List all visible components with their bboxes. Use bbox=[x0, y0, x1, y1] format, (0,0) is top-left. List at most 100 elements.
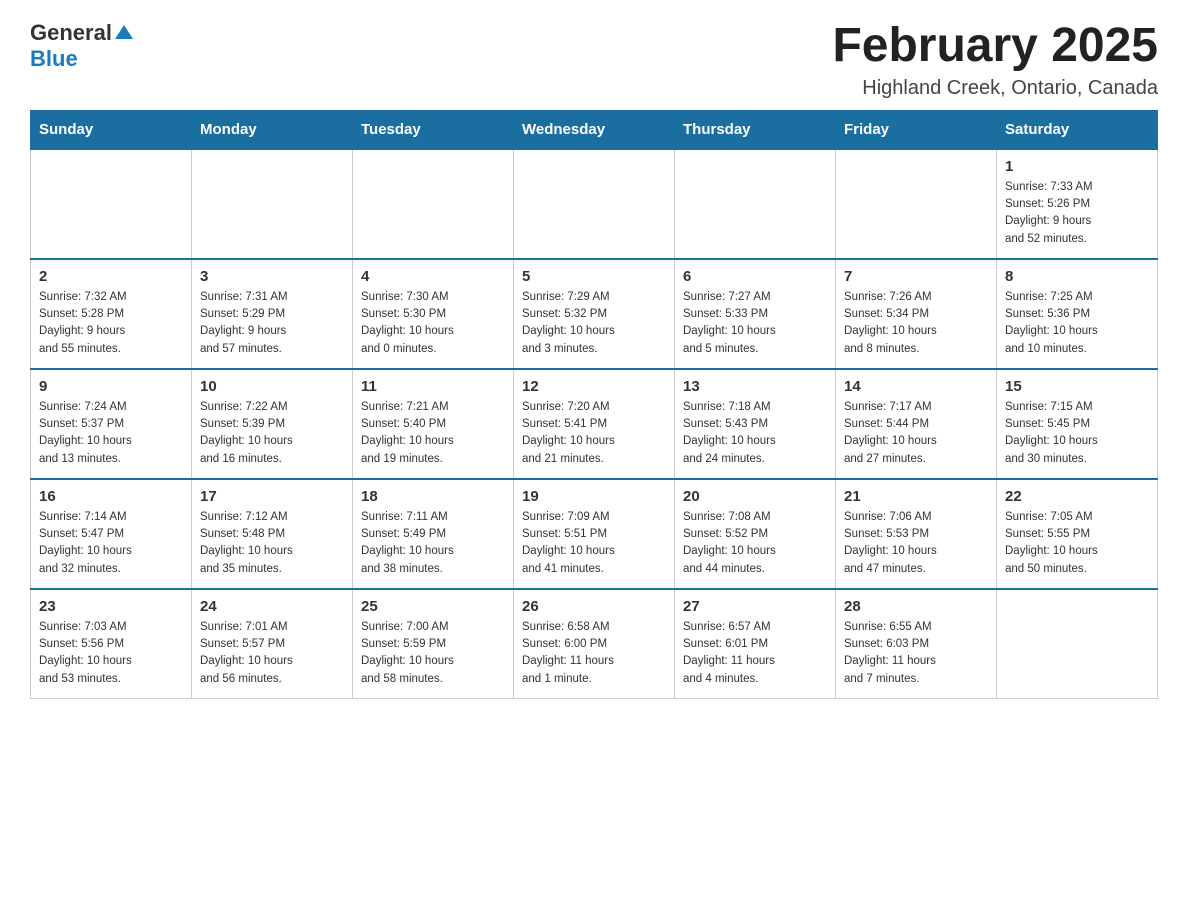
calendar-cell: 19 Sunrise: 7:09 AMSunset: 5:51 PMDayligh… bbox=[514, 479, 675, 589]
day-info: Sunrise: 7:09 AMSunset: 5:51 PMDaylight:… bbox=[522, 509, 666, 578]
calendar-cell: 18 Sunrise: 7:11 AMSunset: 5:49 PMDayligh… bbox=[353, 479, 514, 589]
weekday-header-saturday: Saturday bbox=[997, 110, 1158, 149]
day-info: Sunrise: 7:01 AMSunset: 5:57 PMDaylight:… bbox=[200, 619, 344, 688]
day-number: 19 bbox=[522, 488, 666, 505]
calendar-cell: 16 Sunrise: 7:14 AMSunset: 5:47 PMDayligh… bbox=[31, 479, 192, 589]
day-number: 7 bbox=[844, 268, 988, 285]
calendar-week-row: 1 Sunrise: 7:33 AMSunset: 5:26 PMDaylight… bbox=[31, 149, 1158, 259]
calendar-cell: 23 Sunrise: 7:03 AMSunset: 5:56 PMDayligh… bbox=[31, 589, 192, 699]
calendar-cell: 26 Sunrise: 6:58 AMSunset: 6:00 PMDayligh… bbox=[514, 589, 675, 699]
day-number: 24 bbox=[200, 598, 344, 615]
day-number: 4 bbox=[361, 268, 505, 285]
weekday-header-tuesday: Tuesday bbox=[353, 110, 514, 149]
day-number: 13 bbox=[683, 378, 827, 395]
calendar-cell bbox=[31, 149, 192, 259]
day-info: Sunrise: 7:26 AMSunset: 5:34 PMDaylight:… bbox=[844, 289, 988, 358]
day-number: 26 bbox=[522, 598, 666, 615]
calendar-cell: 6 Sunrise: 7:27 AMSunset: 5:33 PMDaylight… bbox=[675, 259, 836, 369]
logo-general: General bbox=[30, 20, 112, 46]
calendar-cell bbox=[997, 589, 1158, 699]
day-info: Sunrise: 7:22 AMSunset: 5:39 PMDaylight:… bbox=[200, 399, 344, 468]
day-number: 20 bbox=[683, 488, 827, 505]
day-info: Sunrise: 7:18 AMSunset: 5:43 PMDaylight:… bbox=[683, 399, 827, 468]
day-info: Sunrise: 7:05 AMSunset: 5:55 PMDaylight:… bbox=[1005, 509, 1149, 578]
day-info: Sunrise: 7:20 AMSunset: 5:41 PMDaylight:… bbox=[522, 399, 666, 468]
logo-blue: Blue bbox=[30, 46, 78, 71]
day-number: 16 bbox=[39, 488, 183, 505]
calendar-cell: 8Sunrise: 7:25 AMSunset: 5:36 PMDaylight… bbox=[997, 259, 1158, 369]
page-header: General Blue February 2025 Highland Cree… bbox=[30, 20, 1158, 100]
calendar-cell: 20Sunrise: 7:08 AMSunset: 5:52 PMDayligh… bbox=[675, 479, 836, 589]
day-number: 9 bbox=[39, 378, 183, 395]
day-number: 6 bbox=[683, 268, 827, 285]
calendar-week-row: 2 Sunrise: 7:32 AMSunset: 5:28 PMDaylight… bbox=[31, 259, 1158, 369]
day-number: 8 bbox=[1005, 268, 1149, 285]
title-section: February 2025 Highland Creek, Ontario, C… bbox=[832, 20, 1158, 100]
calendar-week-row: 16 Sunrise: 7:14 AMSunset: 5:47 PMDayligh… bbox=[31, 479, 1158, 589]
calendar-cell: 28 Sunrise: 6:55 AMSunset: 6:03 PMDayligh… bbox=[836, 589, 997, 699]
day-number: 12 bbox=[522, 378, 666, 395]
day-number: 28 bbox=[844, 598, 988, 615]
day-number: 18 bbox=[361, 488, 505, 505]
calendar-cell: 5Sunrise: 7:29 AMSunset: 5:32 PMDaylight… bbox=[514, 259, 675, 369]
weekday-header-sunday: Sunday bbox=[31, 110, 192, 149]
day-info: Sunrise: 7:30 AMSunset: 5:30 PMDaylight:… bbox=[361, 289, 505, 358]
day-number: 15 bbox=[1005, 378, 1149, 395]
weekday-header-thursday: Thursday bbox=[675, 110, 836, 149]
calendar-cell bbox=[192, 149, 353, 259]
calendar-cell: 13 Sunrise: 7:18 AMSunset: 5:43 PMDayligh… bbox=[675, 369, 836, 479]
day-info: Sunrise: 7:29 AMSunset: 5:32 PMDaylight:… bbox=[522, 289, 666, 358]
calendar-cell: 10 Sunrise: 7:22 AMSunset: 5:39 PMDayligh… bbox=[192, 369, 353, 479]
calendar-cell: 2 Sunrise: 7:32 AMSunset: 5:28 PMDaylight… bbox=[31, 259, 192, 369]
logo-triangle-icon bbox=[115, 23, 133, 46]
calendar-cell: 7 Sunrise: 7:26 AMSunset: 5:34 PMDaylight… bbox=[836, 259, 997, 369]
day-info: Sunrise: 7:33 AMSunset: 5:26 PMDaylight:… bbox=[1005, 179, 1149, 248]
calendar-cell: 27 Sunrise: 6:57 AMSunset: 6:01 PMDayligh… bbox=[675, 589, 836, 699]
calendar-cell: 3 Sunrise: 7:31 AMSunset: 5:29 PMDaylight… bbox=[192, 259, 353, 369]
day-number: 2 bbox=[39, 268, 183, 285]
day-number: 17 bbox=[200, 488, 344, 505]
day-number: 14 bbox=[844, 378, 988, 395]
day-number: 27 bbox=[683, 598, 827, 615]
day-info: Sunrise: 7:21 AMSunset: 5:40 PMDaylight:… bbox=[361, 399, 505, 468]
calendar-cell: 22 Sunrise: 7:05 AMSunset: 5:55 PMDayligh… bbox=[997, 479, 1158, 589]
day-info: Sunrise: 7:14 AMSunset: 5:47 PMDaylight:… bbox=[39, 509, 183, 578]
day-info: Sunrise: 7:03 AMSunset: 5:56 PMDaylight:… bbox=[39, 619, 183, 688]
day-number: 11 bbox=[361, 378, 505, 395]
calendar-table: SundayMondayTuesdayWednesdayThursdayFrid… bbox=[30, 110, 1158, 699]
day-info: Sunrise: 7:00 AMSunset: 5:59 PMDaylight:… bbox=[361, 619, 505, 688]
day-info: Sunrise: 7:15 AMSunset: 5:45 PMDaylight:… bbox=[1005, 399, 1149, 468]
calendar-cell: 25 Sunrise: 7:00 AMSunset: 5:59 PMDayligh… bbox=[353, 589, 514, 699]
weekday-header-wednesday: Wednesday bbox=[514, 110, 675, 149]
calendar-cell: 24 Sunrise: 7:01 AMSunset: 5:57 PMDayligh… bbox=[192, 589, 353, 699]
day-number: 3 bbox=[200, 268, 344, 285]
day-number: 25 bbox=[361, 598, 505, 615]
calendar-cell bbox=[514, 149, 675, 259]
day-info: Sunrise: 6:55 AMSunset: 6:03 PMDaylight:… bbox=[844, 619, 988, 688]
calendar-cell: 1 Sunrise: 7:33 AMSunset: 5:26 PMDaylight… bbox=[997, 149, 1158, 259]
day-info: Sunrise: 7:11 AMSunset: 5:49 PMDaylight:… bbox=[361, 509, 505, 578]
day-info: Sunrise: 7:31 AMSunset: 5:29 PMDaylight:… bbox=[200, 289, 344, 358]
day-number: 1 bbox=[1005, 158, 1149, 175]
month-title: February 2025 bbox=[832, 20, 1158, 73]
day-number: 10 bbox=[200, 378, 344, 395]
calendar-cell: 21Sunrise: 7:06 AMSunset: 5:53 PMDayligh… bbox=[836, 479, 997, 589]
day-info: Sunrise: 6:58 AMSunset: 6:00 PMDaylight:… bbox=[522, 619, 666, 688]
location-title: Highland Creek, Ontario, Canada bbox=[832, 77, 1158, 100]
day-info: Sunrise: 7:32 AMSunset: 5:28 PMDaylight:… bbox=[39, 289, 183, 358]
day-info: Sunrise: 7:27 AMSunset: 5:33 PMDaylight:… bbox=[683, 289, 827, 358]
weekday-header-monday: Monday bbox=[192, 110, 353, 149]
logo: General Blue bbox=[30, 20, 133, 72]
day-info: Sunrise: 7:17 AMSunset: 5:44 PMDaylight:… bbox=[844, 399, 988, 468]
calendar-cell: 15 Sunrise: 7:15 AMSunset: 5:45 PMDayligh… bbox=[997, 369, 1158, 479]
day-info: Sunrise: 7:24 AMSunset: 5:37 PMDaylight:… bbox=[39, 399, 183, 468]
day-number: 22 bbox=[1005, 488, 1149, 505]
calendar-cell: 4 Sunrise: 7:30 AMSunset: 5:30 PMDaylight… bbox=[353, 259, 514, 369]
calendar-cell: 17 Sunrise: 7:12 AMSunset: 5:48 PMDayligh… bbox=[192, 479, 353, 589]
day-info: Sunrise: 7:12 AMSunset: 5:48 PMDaylight:… bbox=[200, 509, 344, 578]
calendar-cell: 11 Sunrise: 7:21 AMSunset: 5:40 PMDayligh… bbox=[353, 369, 514, 479]
day-info: Sunrise: 6:57 AMSunset: 6:01 PMDaylight:… bbox=[683, 619, 827, 688]
day-number: 23 bbox=[39, 598, 183, 615]
day-info: Sunrise: 7:06 AMSunset: 5:53 PMDaylight:… bbox=[844, 509, 988, 578]
calendar-cell bbox=[836, 149, 997, 259]
